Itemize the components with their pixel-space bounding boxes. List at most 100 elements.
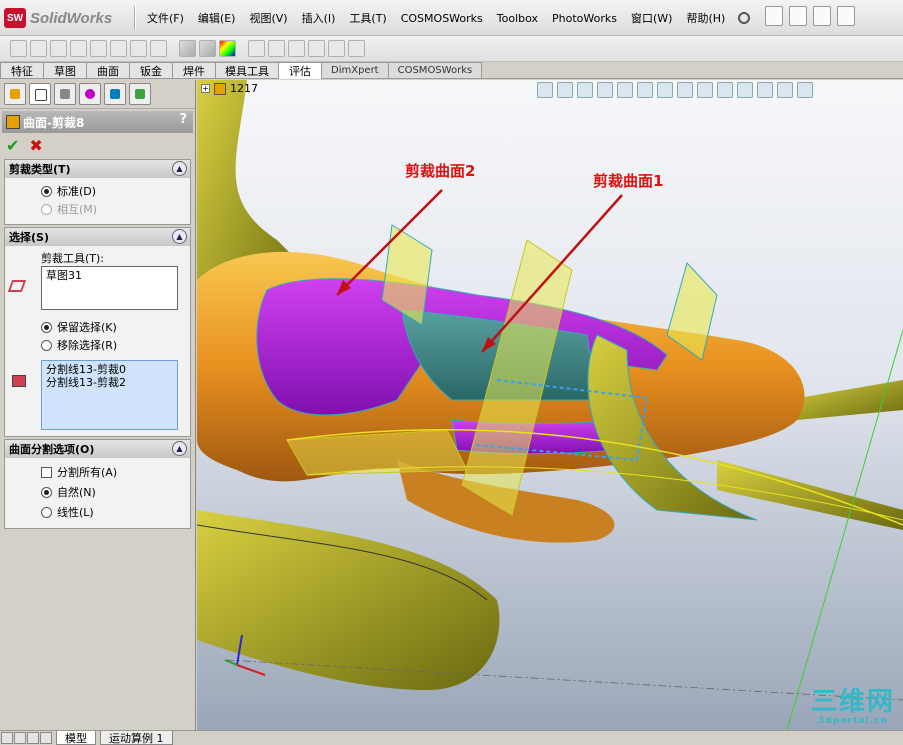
thicken-icon[interactable] — [328, 40, 345, 57]
radio-linear-indicator[interactable] — [41, 506, 52, 518]
expand-icon[interactable]: + — [201, 84, 210, 93]
selection-header[interactable]: 选择(S) ▲ — [5, 228, 190, 246]
radio-standard-indicator[interactable] — [41, 185, 52, 197]
filled-surface-icon[interactable] — [110, 40, 127, 57]
menu-window[interactable]: 窗口(W) — [624, 10, 679, 26]
replace-face-icon[interactable] — [348, 40, 365, 57]
zebra-stripes-icon[interactable] — [199, 40, 216, 57]
display-pane-icon[interactable] — [797, 82, 813, 98]
last-tab-icon[interactable] — [40, 732, 52, 744]
menu-help[interactable]: 帮助(H) — [679, 10, 732, 26]
rotate-icon[interactable] — [617, 82, 633, 98]
untrim-surface-icon[interactable] — [268, 40, 285, 57]
apply-scene-icon[interactable] — [737, 82, 753, 98]
extruded-surface-icon[interactable] — [10, 40, 27, 57]
tab-cosmosworks[interactable]: COSMOSWorks — [387, 62, 483, 78]
collapse-up-icon[interactable]: ▲ — [172, 229, 187, 244]
callout-trim-surface-1: 剪裁曲面1 — [593, 172, 664, 190]
ok-checkmark-icon[interactable]: ✔ — [6, 136, 19, 155]
radio-linear[interactable]: 线性(L) — [5, 502, 190, 522]
menu-insert[interactable]: 插入(I) — [295, 10, 343, 26]
delete-face-icon[interactable] — [308, 40, 325, 57]
radio-linear-label: 线性(L) — [57, 506, 94, 519]
surface-split-options-header[interactable]: 曲面分割选项(O) ▲ — [5, 440, 190, 458]
tab-sketch[interactable]: 草图 — [43, 62, 87, 78]
hide-show-items-icon[interactable] — [697, 82, 713, 98]
split-all-checkbox-box[interactable] — [41, 466, 52, 478]
open-document-icon[interactable] — [789, 6, 807, 26]
tab-motion-study-1[interactable]: 运动算例 1 — [100, 731, 173, 745]
trim-tool-item[interactable]: 草图31 — [46, 269, 82, 282]
collapse-up-icon[interactable]: ▲ — [172, 161, 187, 176]
split-all-checkbox[interactable]: 分割所有(A) — [5, 462, 190, 482]
print-icon[interactable] — [837, 6, 855, 26]
watermark-logo: 三维网 3dportal.cn — [811, 688, 895, 726]
display-manager-icon[interactable] — [104, 83, 126, 105]
photoworks-manager-icon[interactable] — [129, 83, 151, 105]
swept-surface-icon[interactable] — [50, 40, 67, 57]
tab-weldments[interactable]: 焊件 — [172, 62, 216, 78]
tab-mold-tools[interactable]: 模具工具 — [215, 62, 279, 78]
trim-tool-listbox[interactable]: 草图31 — [41, 266, 178, 310]
tab-evaluate[interactable]: 评估 — [278, 62, 322, 79]
zoom-to-area-icon[interactable] — [557, 82, 573, 98]
tab-model[interactable]: 模型 — [56, 731, 96, 745]
menu-photoworks[interactable]: PhotoWorks — [545, 12, 624, 25]
pin-icon[interactable] — [738, 12, 751, 24]
view-settings-icon[interactable] — [757, 82, 773, 98]
curvature-icon[interactable] — [219, 40, 236, 57]
save-icon[interactable] — [813, 6, 831, 26]
menu-cosmosworks[interactable]: COSMOSWorks — [394, 12, 490, 25]
part-name[interactable]: 1217 — [230, 82, 258, 95]
extend-surface-icon[interactable] — [288, 40, 305, 57]
tab-sheet-metal[interactable]: 钣金 — [129, 62, 173, 78]
realview-icon[interactable] — [777, 82, 793, 98]
feature-tree-icon[interactable] — [4, 83, 26, 105]
radio-natural-indicator[interactable] — [41, 486, 52, 498]
revolved-surface-icon[interactable] — [30, 40, 47, 57]
previous-tab-icon[interactable] — [14, 732, 26, 744]
configuration-manager-icon[interactable] — [54, 83, 76, 105]
display-style-icon[interactable] — [677, 82, 693, 98]
menu-edit[interactable]: 编辑(E) — [191, 10, 243, 26]
trim-surface-icon[interactable] — [179, 40, 196, 57]
planar-surface-icon[interactable] — [130, 40, 147, 57]
first-tab-icon[interactable] — [1, 732, 13, 744]
offset-surface-icon[interactable] — [150, 40, 167, 57]
menu-file[interactable]: 文件(F) — [140, 10, 191, 26]
list-item[interactable]: 分割线13-剪裁0 — [46, 363, 173, 376]
next-tab-icon[interactable] — [27, 732, 39, 744]
radio-remove-indicator[interactable] — [41, 339, 52, 351]
radio-keep-indicator[interactable] — [41, 321, 52, 333]
knit-surface-icon[interactable] — [248, 40, 265, 57]
zoom-to-fit-icon[interactable] — [537, 82, 553, 98]
menu-tools[interactable]: 工具(T) — [342, 10, 393, 26]
radio-keep-selections[interactable]: 保留选择(K) — [5, 318, 190, 336]
menu-toolbox[interactable]: Toolbox — [490, 12, 545, 25]
view-orientation-icon[interactable] — [657, 82, 673, 98]
previous-view-icon[interactable] — [577, 82, 593, 98]
radio-remove-selections[interactable]: 移除选择(R) — [5, 336, 190, 354]
tab-features[interactable]: 特征 — [0, 62, 44, 78]
surface-split-options-group: 曲面分割选项(O) ▲ 分割所有(A) 自然(N) 线性(L) — [4, 439, 191, 529]
help-icon[interactable]: ? — [179, 112, 187, 127]
trim-type-header[interactable]: 剪裁类型(T) ▲ — [5, 160, 190, 178]
faces-listbox[interactable]: 分割线13-剪裁0 分割线13-剪裁2 — [41, 360, 178, 430]
tab-dimxpert[interactable]: DimXpert — [321, 62, 389, 78]
pan-icon[interactable] — [597, 82, 613, 98]
list-item[interactable]: 分割线13-剪裁2 — [46, 376, 173, 389]
boundary-surface-icon[interactable] — [90, 40, 107, 57]
tab-surfaces[interactable]: 曲面 — [86, 62, 130, 78]
property-manager-icon[interactable] — [29, 83, 51, 105]
radio-standard[interactable]: 标准(D) — [5, 182, 190, 200]
lofted-surface-icon[interactable] — [70, 40, 87, 57]
new-document-icon[interactable] — [765, 6, 783, 26]
collapse-up-icon[interactable]: ▲ — [172, 441, 187, 456]
cancel-x-icon[interactable]: ✖ — [29, 136, 42, 155]
dimxpert-manager-icon[interactable] — [79, 83, 101, 105]
radio-natural[interactable]: 自然(N) — [5, 482, 190, 502]
menu-view[interactable]: 视图(V) — [242, 10, 294, 26]
edit-appearance-icon[interactable] — [717, 82, 733, 98]
graphics-viewport[interactable]: + 1217 剪裁曲面2 剪裁曲面1 三维网 3dportal.cn — [197, 80, 903, 730]
section-view-icon[interactable] — [637, 82, 653, 98]
